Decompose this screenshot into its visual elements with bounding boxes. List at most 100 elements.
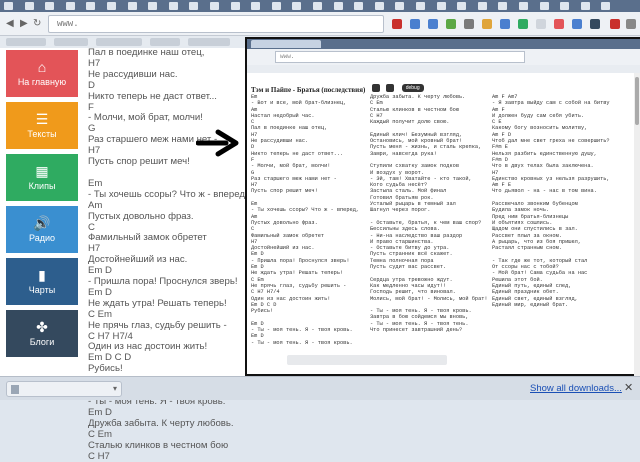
- sidebar-item-home[interactable]: ⌂ На главную: [6, 50, 78, 97]
- sidebar-item-label: Чарты: [28, 285, 56, 295]
- browser-tab[interactable]: [230, 2, 240, 10]
- song-title: Тэм и Пайпе - Братья (последствия): [251, 86, 366, 94]
- lyric-line: Сталью клинков в честном бою: [88, 440, 229, 451]
- browser-tab[interactable]: [601, 2, 611, 10]
- overlay-browser-window: www. Тэм и Пайпе - Братья (последствия) …: [245, 37, 640, 376]
- lyric-line: Am: [88, 200, 103, 211]
- bookmark-item[interactable]: [6, 38, 46, 46]
- browser-tab[interactable]: [354, 2, 364, 10]
- bookmark-item[interactable]: [96, 38, 142, 46]
- overlay-bookmarks-bar: [247, 65, 640, 73]
- overlay-tab-strip[interactable]: [247, 39, 640, 49]
- address-bar[interactable]: www.: [48, 15, 384, 33]
- close-icon[interactable]: ✕: [624, 381, 633, 394]
- back-icon[interactable]: ◀: [6, 18, 14, 30]
- sidebar-item-texts[interactable]: ☰ Тексты: [6, 102, 78, 149]
- browser-tab[interactable]: [251, 2, 261, 10]
- browser-tab[interactable]: [395, 2, 405, 10]
- extension-icon[interactable]: [464, 19, 474, 29]
- extension-icon[interactable]: [536, 19, 546, 29]
- browser-tab[interactable]: [45, 2, 55, 10]
- browser-tab[interactable]: [560, 2, 570, 10]
- sidebar-item-label: Блоги: [29, 337, 55, 347]
- bookmark-item[interactable]: [150, 38, 180, 46]
- extension-icon[interactable]: [610, 19, 620, 29]
- lyric-line: Молись, мой брат! - Молись, мой брат!: [370, 295, 488, 302]
- lyric-line: Что принесет завтрашний день?: [370, 326, 463, 333]
- extension-icon[interactable]: [428, 19, 438, 29]
- lyric-line: Фамильный замок обретет: [88, 233, 207, 244]
- lyric-line: Em D: [88, 287, 112, 298]
- browser-tab[interactable]: [416, 2, 425, 10]
- lyrics-column: Em - Вот и все, мой брат-близнец, Am Настал…: [251, 94, 375, 346]
- browser-tab[interactable]: [4, 2, 13, 10]
- refresh-icon[interactable]: [386, 83, 395, 92]
- sidebar-item-clips[interactable]: ▦ Клипы: [6, 154, 78, 201]
- speaker-icon: 🔊: [33, 215, 51, 231]
- extension-icon[interactable]: [446, 19, 456, 29]
- bookmark-item[interactable]: [188, 38, 230, 46]
- show-all-downloads-link[interactable]: Show all downloads...: [530, 383, 622, 394]
- browser-tab[interactable]: [24, 2, 34, 10]
- browser-tab[interactable]: [292, 2, 302, 10]
- lyric-line: Достойнейший из нас.: [88, 255, 188, 266]
- extension-icon[interactable]: [554, 19, 564, 29]
- browser-tab[interactable]: [107, 2, 116, 10]
- browser-tab[interactable]: [168, 2, 178, 10]
- lyric-line: - Молчи, мой брат, молчи!: [88, 113, 203, 124]
- extension-icon[interactable]: [500, 19, 510, 29]
- browser-tab[interactable]: [271, 2, 281, 10]
- lyric-line: Дружба забыта. К черту любовь.: [88, 418, 234, 429]
- sidebar-item-radio[interactable]: 🔊 Радио: [6, 206, 78, 253]
- extension-icon[interactable]: [392, 19, 402, 29]
- tab-strip[interactable]: [0, 0, 640, 12]
- extension-icon[interactable]: [572, 19, 582, 29]
- film-icon: ▦: [35, 163, 49, 179]
- browser-tab[interactable]: [498, 2, 508, 10]
- browser-tab[interactable]: [519, 2, 528, 10]
- browser-tab[interactable]: [65, 2, 75, 10]
- browser-tab[interactable]: [189, 2, 199, 10]
- sidebar-item-label: Радио: [29, 233, 55, 243]
- sidebar-item-charts[interactable]: ▮ Чарты: [6, 258, 78, 305]
- download-shelf: ▾ Show all downloads... ✕: [0, 376, 640, 400]
- overlay-scrollbar[interactable]: [634, 73, 640, 376]
- menu-lines-icon: ☰: [35, 111, 49, 127]
- chevron-down-icon[interactable]: ▾: [113, 382, 117, 396]
- settings-icon[interactable]: [371, 83, 380, 92]
- browser-tab[interactable]: [210, 2, 219, 10]
- reload-icon[interactable]: ↻: [33, 18, 41, 30]
- lyric-line: C Em: [88, 429, 112, 440]
- browser-tab[interactable]: [313, 2, 322, 10]
- download-item[interactable]: ▾: [6, 381, 122, 397]
- browser-tab[interactable]: [86, 2, 96, 10]
- browser-tab[interactable]: [127, 2, 137, 10]
- lyric-line: C H7: [88, 451, 110, 462]
- extension-icon[interactable]: [590, 19, 600, 29]
- lyric-line: - Ты - моя тень. Я - твоя кровь.: [251, 339, 353, 346]
- bar-chart-icon: ▮: [38, 267, 46, 283]
- debug-button[interactable]: debug: [401, 83, 424, 92]
- browser-tab[interactable]: [333, 2, 343, 10]
- menu-icon[interactable]: [626, 19, 636, 29]
- extension-icon[interactable]: [410, 19, 420, 29]
- browser-tab[interactable]: [148, 2, 158, 10]
- browser-tab[interactable]: [374, 2, 384, 10]
- extension-icon[interactable]: [518, 19, 528, 29]
- extension-icon[interactable]: [482, 19, 492, 29]
- lyric-line: Em D: [88, 266, 112, 277]
- lyric-line: Em D: [88, 407, 112, 418]
- lyric-line: Единый мир, единый брат.: [492, 301, 569, 308]
- browser-tab[interactable]: [457, 2, 467, 10]
- browser-tab[interactable]: [436, 2, 446, 10]
- lyric-line: H7: [88, 244, 101, 255]
- bookmark-item[interactable]: [54, 38, 88, 46]
- lyric-line: Em D C D: [88, 353, 132, 364]
- overlay-address-bar[interactable]: www.: [275, 51, 525, 63]
- browser-tab[interactable]: [580, 2, 590, 10]
- forward-icon[interactable]: ▶: [20, 18, 28, 30]
- browser-tab[interactable]: [539, 2, 549, 10]
- sidebar-item-blogs[interactable]: ✤ Блоги: [6, 310, 78, 357]
- browser-tab[interactable]: [477, 2, 487, 10]
- lyric-line: - Пришла пора! Проснулся зверь!: [88, 277, 238, 288]
